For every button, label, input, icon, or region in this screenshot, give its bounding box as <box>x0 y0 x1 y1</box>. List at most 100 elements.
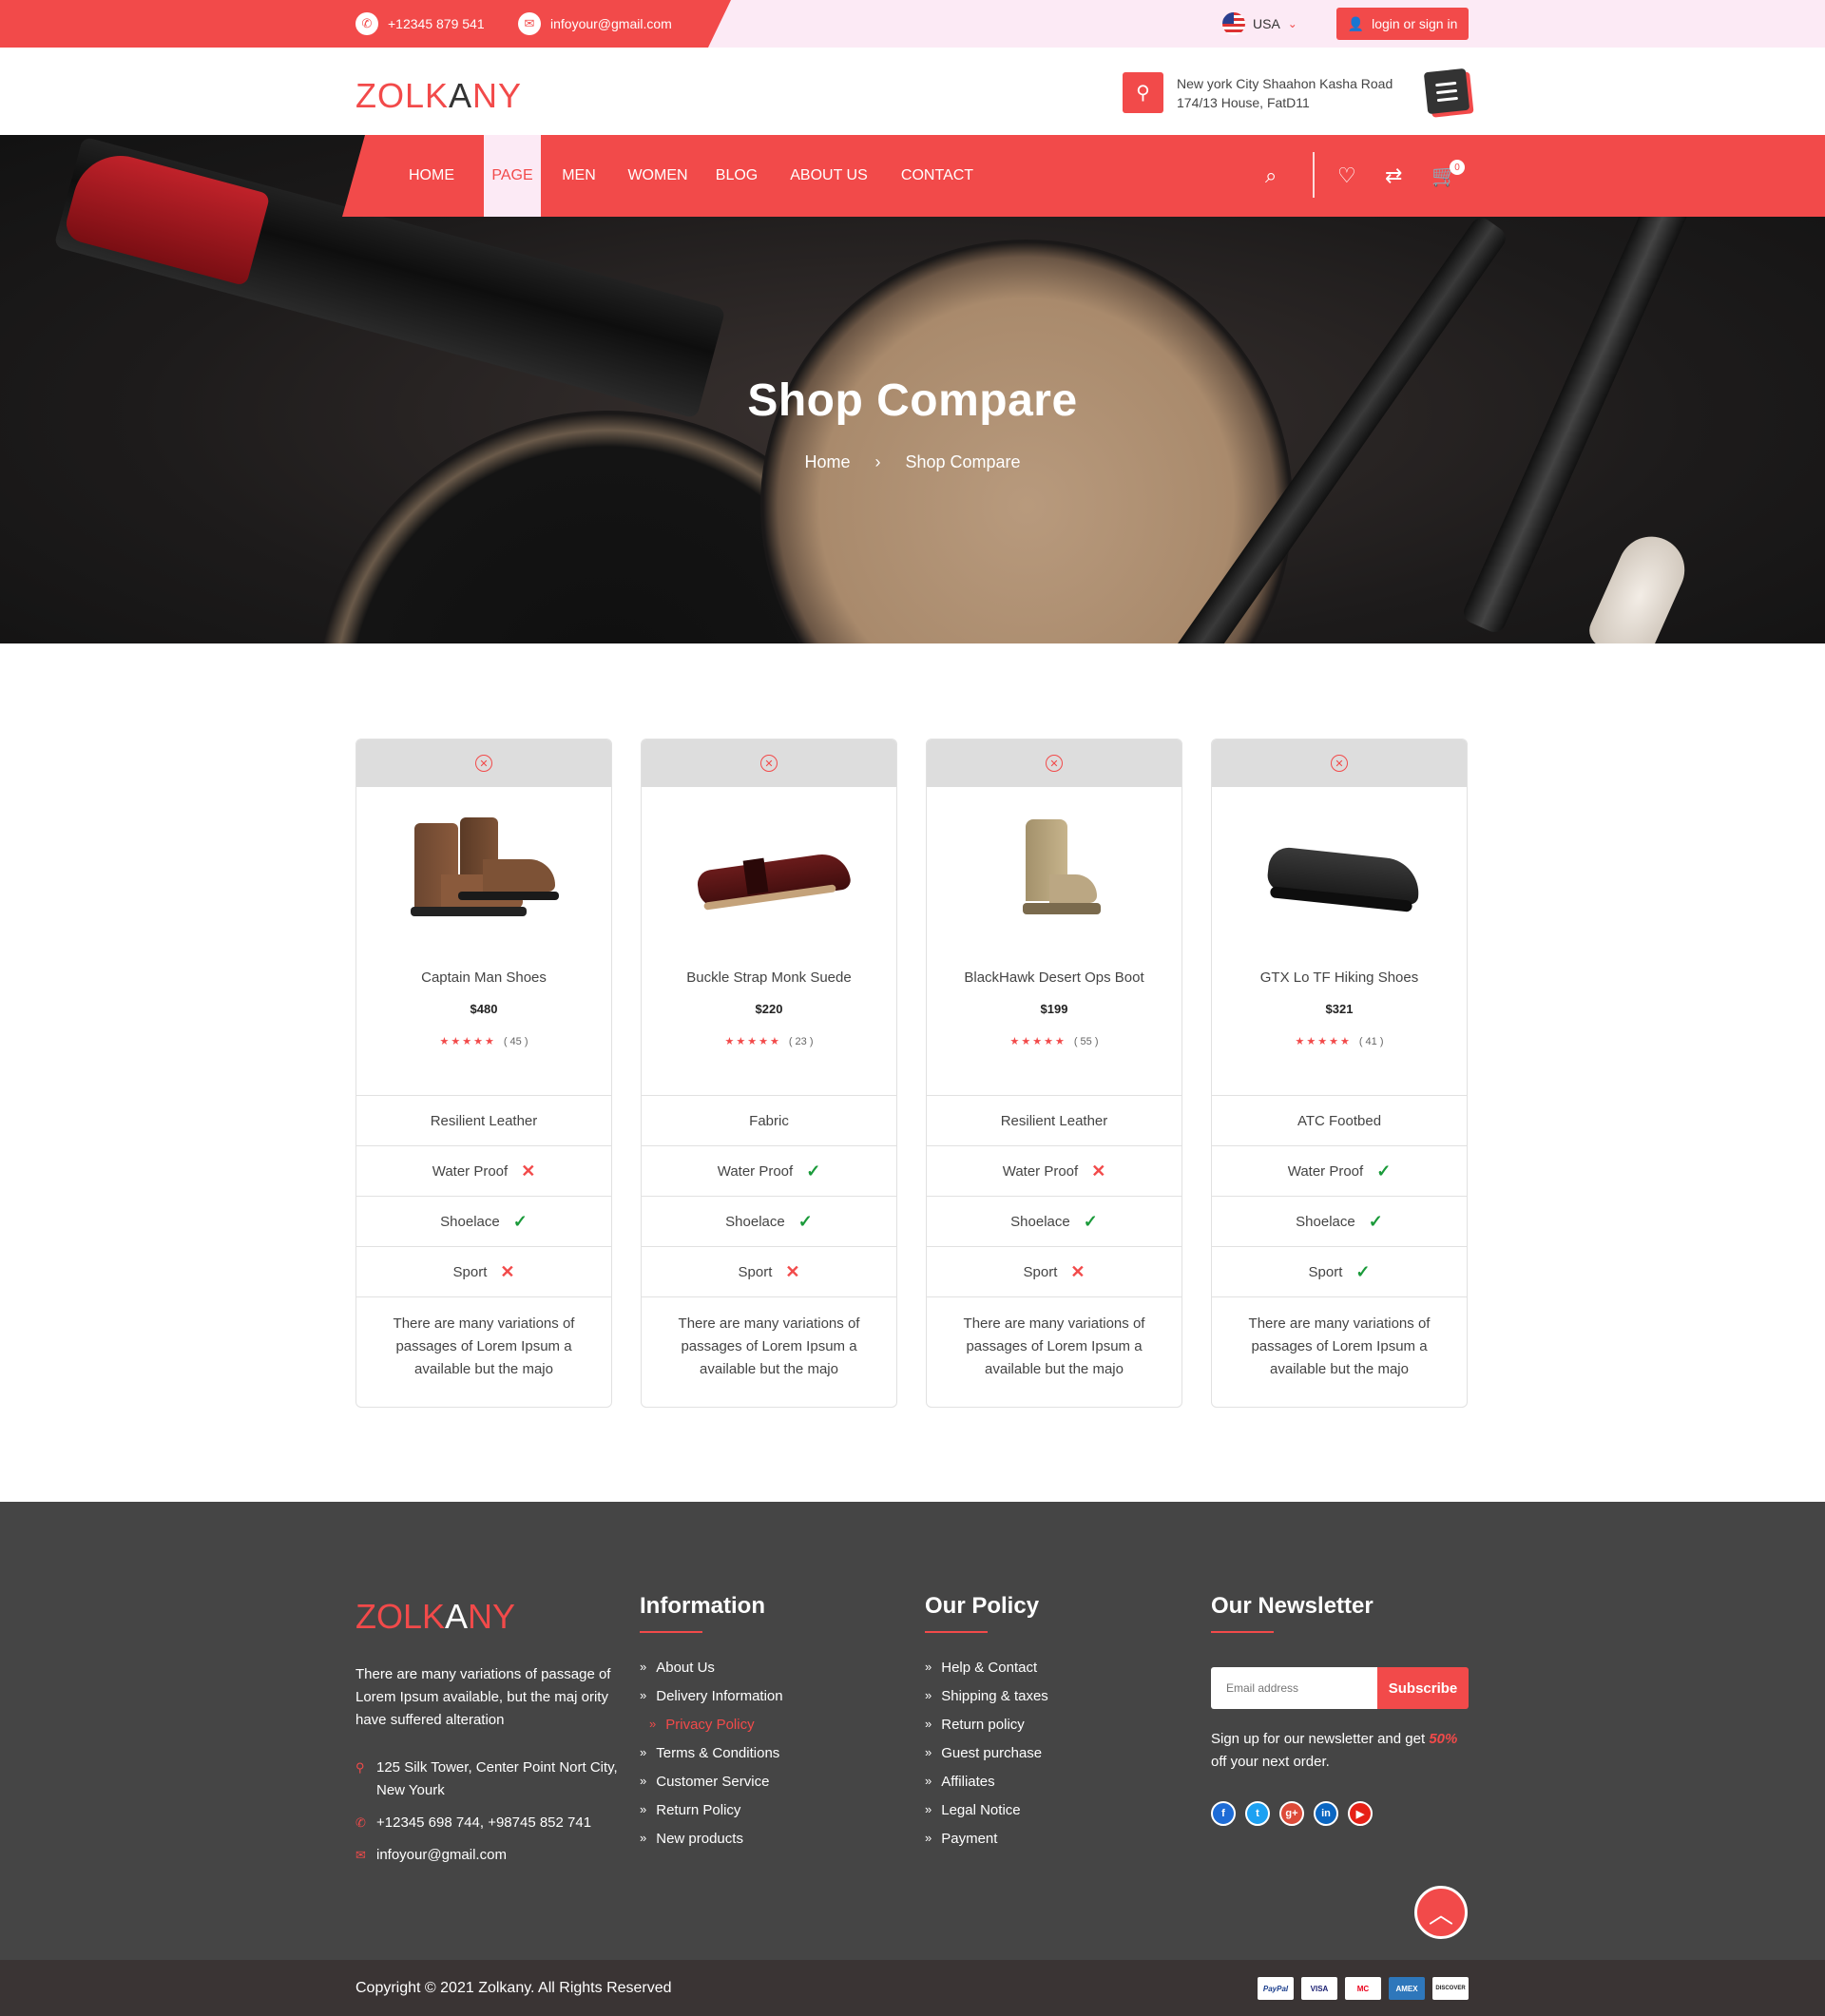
hamburger-menu-icon[interactable] <box>1423 67 1470 115</box>
product-name[interactable]: GTX Lo TF Hiking Shoes <box>1212 970 1467 986</box>
mastercard-icon: MC <box>1345 1977 1381 2000</box>
feature-label: Water Proof <box>1287 1162 1364 1180</box>
youtube-icon[interactable]: ▶ <box>1348 1801 1373 1826</box>
product-image[interactable] <box>356 787 611 958</box>
newsletter-text: Sign up for our newsletter and get 50% o… <box>1211 1728 1470 1774</box>
check-icon: ✓ <box>806 1161 821 1181</box>
footer-phone[interactable]: ✆ +12345 698 744, +98745 852 741 <box>355 1812 622 1834</box>
footer-logo[interactable]: ZOLKANY <box>355 1597 515 1637</box>
remove-icon[interactable]: ✕ <box>760 755 778 772</box>
newsletter-email-input[interactable] <box>1211 1667 1377 1709</box>
nav-page[interactable]: PAGE <box>484 135 541 217</box>
hero-brush-tip <box>1584 526 1696 643</box>
double-chevron-icon: » <box>640 1774 647 1788</box>
nav-men[interactable]: MEN <box>555 135 603 217</box>
monk-shoe-image <box>688 816 853 930</box>
double-chevron-icon: » <box>640 1802 647 1816</box>
nav-contact[interactable]: CONTACT <box>897 135 977 217</box>
nav-women[interactable]: WOMEN <box>620 135 696 217</box>
product-image[interactable] <box>1212 787 1467 958</box>
feature-label: Water Proof <box>432 1162 509 1180</box>
compare-card: ✕ Buckle Strap Monk Suede $220 ★★★★★ ( 23… <box>641 739 897 1408</box>
footer-link-new-products[interactable]: » New products <box>640 1831 783 1859</box>
footer-information: Information » About Us » Delivery Informat… <box>640 1593 783 1859</box>
footer-link-return-policy[interactable]: » Return policy <box>925 1717 1048 1745</box>
footer-link-legal[interactable]: » Legal Notice <box>925 1802 1048 1831</box>
footer-email-text: infoyour@gmail.com <box>376 1847 507 1863</box>
amex-icon: AMEX <box>1389 1977 1425 2000</box>
facebook-icon[interactable]: f <box>1211 1801 1236 1826</box>
twitter-icon[interactable]: t <box>1245 1801 1270 1826</box>
link-label: Customer Service <box>656 1774 770 1790</box>
remove-icon[interactable]: ✕ <box>1331 755 1348 772</box>
feature-label: Shoelace <box>440 1213 500 1230</box>
heart-icon[interactable]: ♡ <box>1337 163 1356 188</box>
star-rating-icon: ★★★★★ <box>724 1036 781 1047</box>
scroll-to-top-button[interactable]: ︿ <box>1414 1886 1468 1939</box>
footer-link-customer-service[interactable]: » Customer Service <box>640 1774 783 1802</box>
hiking-shoe-image <box>1258 816 1422 930</box>
double-chevron-icon: » <box>640 1660 647 1674</box>
newsletter-discount: 50% <box>1429 1731 1458 1747</box>
footer-link-terms[interactable]: » Terms & Conditions <box>640 1745 783 1774</box>
logo[interactable]: ZOLKANY <box>355 76 522 116</box>
double-chevron-icon: » <box>649 1717 657 1731</box>
top-phone[interactable]: ✆ +12345 879 541 <box>355 0 485 48</box>
double-chevron-icon: » <box>925 1660 932 1674</box>
review-count: ( 23 ) <box>788 1036 814 1047</box>
policy-title: Our Policy <box>925 1593 1040 1619</box>
link-label: Legal Notice <box>941 1802 1021 1818</box>
footer-link-guest[interactable]: » Guest purchase <box>925 1745 1048 1774</box>
product-description: There are many variations of passages of… <box>927 1296 1181 1381</box>
link-label: New products <box>656 1831 743 1847</box>
desert-boot-image <box>973 816 1135 930</box>
product-name[interactable]: BlackHawk Desert Ops Boot <box>927 970 1181 986</box>
footer-link-help[interactable]: » Help & Contact <box>925 1660 1048 1688</box>
product-price: $480 <box>470 1002 498 1016</box>
product-description: There are many variations of passages of… <box>1212 1296 1467 1381</box>
search-icon[interactable]: ⌕ <box>1265 163 1277 188</box>
product-name[interactable]: Captain Man Shoes <box>356 970 611 986</box>
address-line-1: New york City Shaahon Kasha Road <box>1177 75 1393 91</box>
google-plus-icon[interactable]: g+ <box>1279 1801 1304 1826</box>
compare-icon[interactable]: ⇄ <box>1385 163 1402 188</box>
feature-label: Water Proof <box>1002 1162 1079 1180</box>
footer-address: ⚲ 125 Silk Tower, Center Point Nort City… <box>355 1757 622 1802</box>
footer-link-about-us[interactable]: » About Us <box>640 1660 783 1688</box>
review-count: ( 41 ) <box>1358 1036 1384 1047</box>
product-image[interactable] <box>927 787 1181 958</box>
footer-email[interactable]: ✉ infoyour@gmail.com <box>355 1844 622 1867</box>
user-icon: 👤 <box>1347 15 1365 31</box>
product-name[interactable]: Buckle Strap Monk Suede <box>642 970 896 986</box>
breadcrumb-home[interactable]: Home <box>804 452 850 472</box>
double-chevron-icon: » <box>925 1802 932 1816</box>
remove-icon[interactable]: ✕ <box>475 755 492 772</box>
nav-about[interactable]: ABOUT US <box>789 135 869 217</box>
feature-shoelace: Shoelace ✓ <box>356 1196 611 1246</box>
footer-link-return[interactable]: » Return Policy <box>640 1802 783 1831</box>
compare-card: ✕ GTX Lo TF Hiking Shoes $321 ★★★★★ ( 41 … <box>1211 739 1468 1408</box>
product-image[interactable] <box>642 787 896 958</box>
login-button[interactable]: 👤 login or sign in <box>1336 8 1469 40</box>
cross-icon: ✕ <box>785 1261 800 1281</box>
footer-link-affiliates[interactable]: » Affiliates <box>925 1774 1048 1802</box>
footer-link-privacy[interactable]: » Privacy Policy <box>640 1717 783 1745</box>
top-email[interactable]: ✉ infoyour@gmail.com <box>518 0 672 48</box>
language-selector[interactable]: USA ⌄ <box>1222 0 1297 48</box>
footer-link-shipping[interactable]: » Shipping & taxes <box>925 1688 1048 1717</box>
remove-icon[interactable]: ✕ <box>1046 755 1063 772</box>
material-label: Fabric <box>749 1112 789 1129</box>
logo-text-2: A <box>449 76 473 115</box>
newsletter-form: Subscribe <box>1211 1667 1469 1709</box>
linkedin-icon[interactable]: in <box>1314 1801 1338 1826</box>
nav-home[interactable]: HOME <box>399 135 464 217</box>
footer-link-payment[interactable]: » Payment <box>925 1831 1048 1859</box>
subscribe-button[interactable]: Subscribe <box>1377 1667 1469 1709</box>
nav-blog[interactable]: BLOG <box>713 135 760 217</box>
address-text: New york City Shaahon Kasha Road 174/13 … <box>1177 74 1393 112</box>
double-chevron-icon: » <box>640 1745 647 1759</box>
main-nav: HOME PAGE MEN WOMEN BLOG ABOUT US CONTAC… <box>342 135 1825 217</box>
nav-divider <box>1313 152 1315 198</box>
footer-link-delivery[interactable]: » Delivery Information <box>640 1688 783 1717</box>
feature-material: Resilient Leather <box>927 1095 1181 1145</box>
